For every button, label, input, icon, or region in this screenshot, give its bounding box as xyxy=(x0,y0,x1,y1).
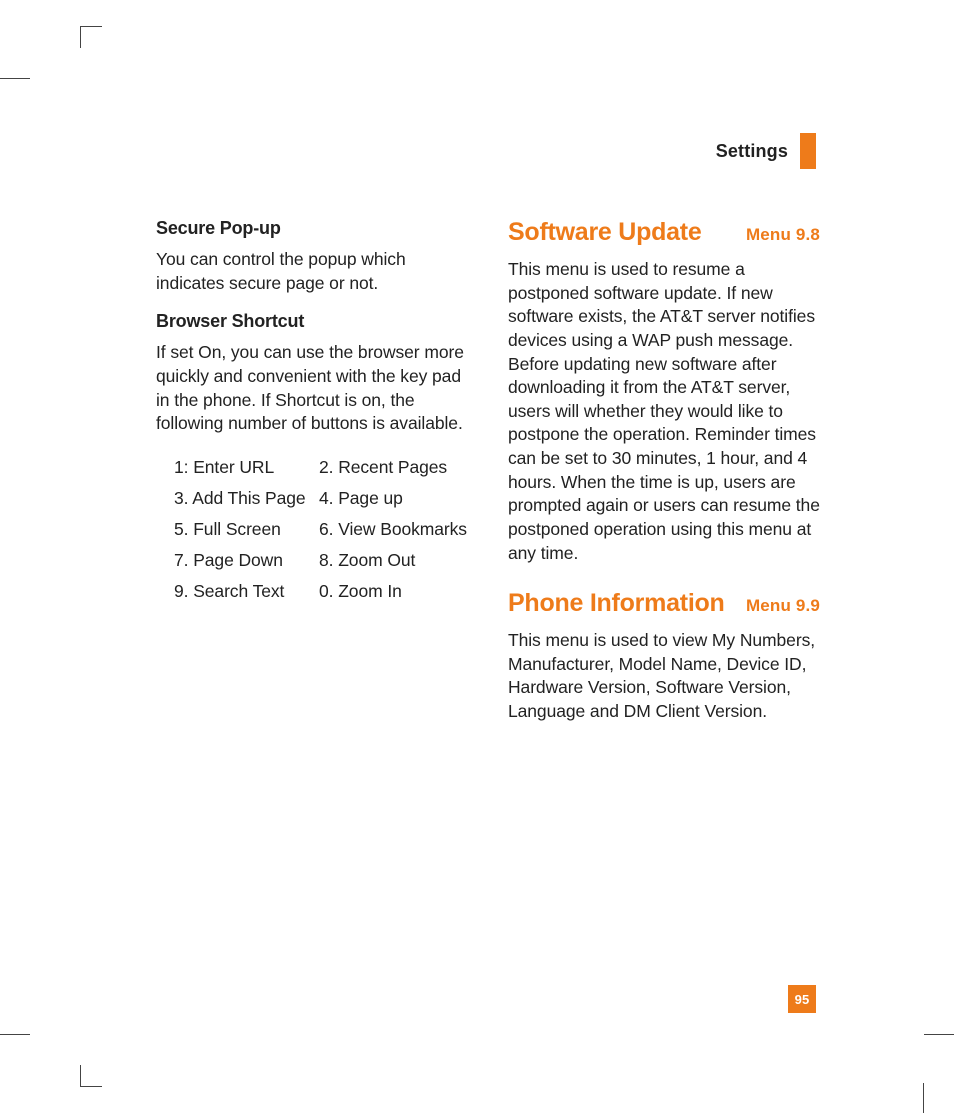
body-text: This menu is used to resume a postponed … xyxy=(508,258,820,565)
crop-mark xyxy=(80,1065,102,1087)
section-title: Phone Information xyxy=(508,589,725,618)
list-item: 9. Search Text 0. Zoom In xyxy=(174,576,468,607)
shortcut-cell: 9. Search Text xyxy=(174,576,319,607)
shortcut-list: 1: Enter URL 2. Recent Pages 3. Add This… xyxy=(156,452,468,608)
shortcut-cell: 6. View Bookmarks xyxy=(319,514,468,545)
list-item: 5. Full Screen 6. View Bookmarks xyxy=(174,514,468,545)
right-column: Software Update Menu 9.8 This menu is us… xyxy=(508,218,820,740)
list-item: 7. Page Down 8. Zoom Out xyxy=(174,545,468,576)
page-content: Secure Pop-up You can control the popup … xyxy=(156,218,820,740)
section-title: Software Update xyxy=(508,218,702,247)
body-text: You can control the popup which indicate… xyxy=(156,248,468,295)
shortcut-cell: 8. Zoom Out xyxy=(319,545,468,576)
crop-mark xyxy=(80,26,102,48)
section-software-update: Software Update Menu 9.8 This menu is us… xyxy=(508,218,820,565)
shortcut-cell: 3. Add This Page xyxy=(174,483,319,514)
left-column: Secure Pop-up You can control the popup … xyxy=(156,218,468,740)
shortcut-cell: 7. Page Down xyxy=(174,545,319,576)
section-heading-row: Software Update Menu 9.8 xyxy=(508,218,820,247)
shortcut-cell: 5. Full Screen xyxy=(174,514,319,545)
crop-mark xyxy=(0,1034,30,1035)
shortcut-cell: 4. Page up xyxy=(319,483,468,514)
section-phone-information: Phone Information Menu 9.9 This menu is … xyxy=(508,589,820,724)
subheading-browser-shortcut: Browser Shortcut xyxy=(156,311,468,332)
list-item: 3. Add This Page 4. Page up xyxy=(174,483,468,514)
page-number: 95 xyxy=(788,985,816,1013)
menu-reference: Menu 9.8 xyxy=(746,225,820,245)
header-accent-block xyxy=(800,133,816,169)
shortcut-cell: 1: Enter URL xyxy=(174,452,319,483)
body-text: If set On, you can use the browser more … xyxy=(156,341,468,436)
page-number-value: 95 xyxy=(795,992,810,1007)
menu-reference: Menu 9.9 xyxy=(746,596,820,616)
chapter-title: Settings xyxy=(716,141,788,162)
crop-mark xyxy=(923,1083,924,1113)
shortcut-cell: 2. Recent Pages xyxy=(319,452,468,483)
section-heading-row: Phone Information Menu 9.9 xyxy=(508,589,820,618)
body-text: This menu is used to view My Numbers, Ma… xyxy=(508,629,820,724)
crop-mark xyxy=(924,1034,954,1035)
crop-mark xyxy=(0,78,30,79)
shortcut-cell: 0. Zoom In xyxy=(319,576,468,607)
page-header: Settings xyxy=(716,133,816,169)
subheading-secure-popup: Secure Pop-up xyxy=(156,218,468,239)
list-item: 1: Enter URL 2. Recent Pages xyxy=(174,452,468,483)
